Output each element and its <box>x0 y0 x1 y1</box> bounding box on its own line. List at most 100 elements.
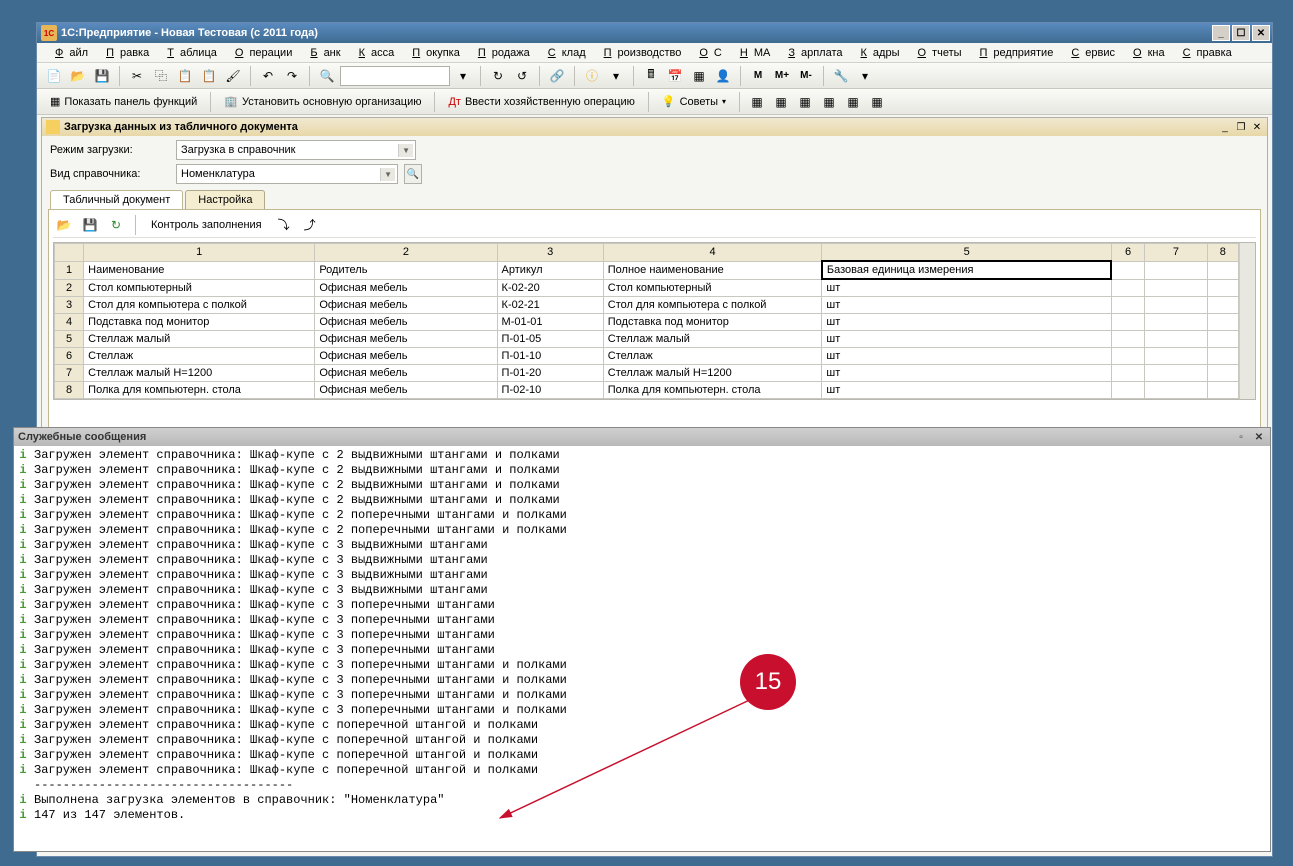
wrench-icon[interactable]: 🔧 <box>830 65 852 87</box>
subwindow-title: Загрузка данных из табличного документа <box>64 121 1217 133</box>
search-input[interactable] <box>340 66 450 86</box>
help2-icon[interactable]: ▾ <box>605 65 627 87</box>
menu-item-2[interactable]: Таблица <box>155 45 223 61</box>
find-icon[interactable]: 🔍 <box>316 65 338 87</box>
set-main-org-button[interactable]: 🏢Установить основную организацию <box>217 91 428 113</box>
m-button[interactable]: M <box>747 65 769 87</box>
undo-icon[interactable]: ↶ <box>257 65 279 87</box>
message-line: iЗагружен элемент справочника: Шкаф-купе… <box>18 673 1266 688</box>
info-icon: i <box>18 673 28 688</box>
menu-item-17[interactable]: Окна <box>1121 45 1171 61</box>
brush-icon[interactable]: 🖌 <box>222 65 244 87</box>
info-icon: i <box>18 568 28 583</box>
table-row[interactable]: 2Стол компьютерныйОфисная мебельК-02-20С… <box>55 279 1239 297</box>
load-mode-select[interactable]: Загрузка в справочник <box>176 140 416 160</box>
window-controls: _ ☐ ✕ <box>1212 25 1272 41</box>
user-icon[interactable]: 👤 <box>712 65 734 87</box>
ref-type-lookup-button[interactable]: 🔍 <box>404 164 422 184</box>
tab-table-doc[interactable]: Табличный документ <box>50 190 183 209</box>
help-icon[interactable]: ⓘ <box>581 65 603 87</box>
cut-icon[interactable]: ✂ <box>126 65 148 87</box>
subwindow-titlebar: Загрузка данных из табличного документа … <box>42 118 1267 136</box>
copy-icon[interactable]: ⿻ <box>150 65 172 87</box>
table-row[interactable]: 4Подставка под мониторОфисная мебельМ-01… <box>55 314 1239 331</box>
inner-refresh-icon[interactable]: ↻ <box>105 214 127 236</box>
table-row[interactable]: 7Стеллаж малый Н=1200Офисная мебельП-01-… <box>55 365 1239 382</box>
grp5-icon[interactable]: ▦ <box>842 91 864 113</box>
mplus-button[interactable]: M+ <box>771 65 793 87</box>
calendar2-icon[interactable]: ▦ <box>688 65 710 87</box>
sub-minimize-button[interactable]: _ <box>1217 120 1233 134</box>
refresh-icon[interactable]: ↻ <box>487 65 509 87</box>
sel-prev-icon[interactable]: ⤵ <box>273 214 295 236</box>
menu-item-11[interactable]: НМА <box>728 45 776 61</box>
dropdown-icon[interactable]: ▾ <box>452 65 474 87</box>
inner-open-icon[interactable]: 📂 <box>53 214 75 236</box>
mminus-button[interactable]: M- <box>795 65 817 87</box>
table-row[interactable]: 3Стол для компьютера с полкойОфисная меб… <box>55 297 1239 314</box>
sel-next-icon[interactable]: ⤴ <box>299 214 321 236</box>
tips-button[interactable]: 💡Советы▾ <box>655 91 733 113</box>
ref-type-row: Вид справочника: Номенклатура 🔍 <box>42 164 1267 188</box>
menu-item-0[interactable]: Файл <box>43 45 94 61</box>
grp3-icon[interactable]: ▦ <box>794 91 816 113</box>
menu-item-3[interactable]: Операции <box>223 45 298 61</box>
calc-icon[interactable]: 🖩 <box>640 65 662 87</box>
table-row[interactable]: 8Полка для компьютерн. столаОфисная мебе… <box>55 382 1239 399</box>
grp4-icon[interactable]: ▦ <box>818 91 840 113</box>
calendar-icon[interactable]: 📅 <box>664 65 686 87</box>
message-line: iЗагружен элемент справочника: Шкаф-купе… <box>18 523 1266 538</box>
save-icon[interactable]: 💾 <box>91 65 113 87</box>
menu-item-4[interactable]: Банк <box>298 45 346 61</box>
message-line: iЗагружен элемент справочника: Шкаф-купе… <box>18 583 1266 598</box>
tab-settings[interactable]: Настройка <box>185 190 265 209</box>
info-icon: i <box>18 643 28 658</box>
grp6-icon[interactable]: ▦ <box>866 91 888 113</box>
sub-restore-button[interactable]: ❐ <box>1233 120 1249 134</box>
grid-scrollbar[interactable] <box>1239 243 1255 399</box>
menu-item-12[interactable]: Зарплата <box>776 45 848 61</box>
menu-item-13[interactable]: Кадры <box>849 45 906 61</box>
menu-item-8[interactable]: Склад <box>536 45 592 61</box>
wrench-dd-icon[interactable]: ▾ <box>854 65 876 87</box>
menu-item-10[interactable]: ОС <box>687 45 728 61</box>
open-icon[interactable]: 📂 <box>67 65 89 87</box>
close-button[interactable]: ✕ <box>1252 25 1270 41</box>
menu-item-16[interactable]: Сервис <box>1059 45 1121 61</box>
show-panel-button[interactable]: ▦Показать панель функций <box>43 91 204 113</box>
bulb-icon: 💡 <box>662 95 676 108</box>
table-row[interactable]: 6СтеллажОфисная мебельП-01-10Стеллажшт <box>55 348 1239 365</box>
menu-item-9[interactable]: Производство <box>592 45 688 61</box>
message-line: iЗагружен элемент справочника: Шкаф-купе… <box>18 568 1266 583</box>
data-table[interactable]: 1 2 3 4 5 6 7 8 1НаименованиеРодительАрт… <box>54 243 1239 399</box>
grp1-icon[interactable]: ▦ <box>746 91 768 113</box>
menu-item-5[interactable]: Касса <box>347 45 401 61</box>
menu-item-1[interactable]: Правка <box>94 45 155 61</box>
inner-save-icon[interactable]: 💾 <box>79 214 101 236</box>
titlebar: 1C 1С:Предприятие - Новая Тестовая (с 20… <box>37 23 1272 43</box>
message-line: iЗагружен элемент справочника: Шкаф-купе… <box>18 478 1266 493</box>
new-icon[interactable]: 📄 <box>43 65 65 87</box>
check-fill-button[interactable]: Контроль заполнения <box>144 214 269 236</box>
sub-close-button[interactable]: ✕ <box>1249 120 1265 134</box>
menu-item-7[interactable]: Продажа <box>466 45 536 61</box>
minimize-button[interactable]: _ <box>1212 25 1230 41</box>
menu-item-6[interactable]: Покупка <box>400 45 466 61</box>
maximize-button[interactable]: ☐ <box>1232 25 1250 41</box>
messages-close-button[interactable]: ✕ <box>1252 430 1266 444</box>
menu-item-18[interactable]: Справка <box>1171 45 1238 61</box>
table-row[interactable]: 5Стеллаж малыйОфисная мебельП-01-05Стелл… <box>55 331 1239 348</box>
info-icon: i <box>18 718 28 733</box>
menu-item-15[interactable]: Предприятие <box>968 45 1060 61</box>
ref-type-select[interactable]: Номенклатура <box>176 164 398 184</box>
refresh2-icon[interactable]: ↺ <box>511 65 533 87</box>
paste2-icon[interactable]: 📋 <box>198 65 220 87</box>
info-icon: i <box>18 763 28 778</box>
messages-pin-button[interactable]: ▫ <box>1234 430 1248 444</box>
grp2-icon[interactable]: ▦ <box>770 91 792 113</box>
redo-icon[interactable]: ↷ <box>281 65 303 87</box>
paste-icon[interactable]: 📋 <box>174 65 196 87</box>
enter-operation-button[interactable]: ДтВвести хозяйственную операцию <box>441 91 641 113</box>
link-icon[interactable]: 🔗 <box>546 65 568 87</box>
menu-item-14[interactable]: Отчеты <box>905 45 967 61</box>
